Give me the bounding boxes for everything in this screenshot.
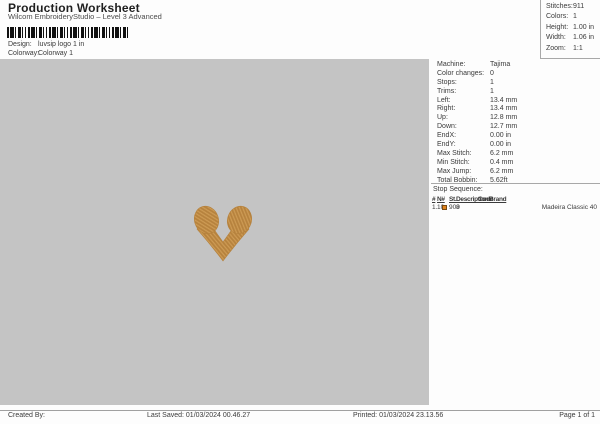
app-subtitle: Wilcom EmbroideryStudio – Level 3 Advanc…: [8, 12, 162, 21]
footer-page-number: Page 1 of 1: [559, 412, 595, 419]
footer-created-by: Created By:: [8, 412, 45, 419]
colorway-label: Colorway:: [8, 50, 40, 57]
design-label: Design:: [8, 41, 32, 48]
stat-height: Height: 1.00 in: [546, 23, 595, 31]
cell-description: 8: [456, 204, 460, 211]
design-value: luvsip logo 1 in: [38, 41, 85, 48]
info-color-changes: Color changes: 0: [437, 69, 494, 77]
footer-printed: Printed: 01/03/2024 23.13.56: [353, 412, 444, 419]
design-canvas: [0, 59, 429, 405]
col-header-brand: Brand: [489, 196, 507, 203]
colorway-value: Colorway 1: [38, 50, 74, 57]
footer-last-saved: Last Saved: 01/03/2024 00.46.27: [147, 412, 251, 419]
info-trims: Trims: 1: [437, 87, 494, 95]
stop-sequence-title: Stop Sequence:: [433, 186, 483, 193]
panel-divider: [431, 183, 600, 184]
barcode-icon: [7, 27, 130, 38]
stat-stitches: Stitches: 911: [546, 3, 585, 10]
heart-logo-stitchout: [194, 205, 253, 262]
info-up: Up: 12.8 mm: [437, 114, 518, 122]
thread-color-swatch: [442, 204, 447, 210]
info-endy: EndY: 0.00 in: [437, 141, 512, 149]
col-header-needle: N#: [437, 196, 445, 203]
stat-zoom: Zoom: 1:1: [546, 44, 583, 52]
machine-info-panel: Machine: Tajima Color changes: 0 Stops: 1 T…: [429, 59, 600, 405]
header: Production Worksheet Wilcom EmbroiderySt…: [0, 0, 600, 59]
design-stats-box: Stitches: 911 Colors: 1 Height: 1.00 in Wid…: [540, 0, 600, 59]
info-max-stitch: Max Stitch: 6.2 mm: [437, 149, 514, 157]
design-name-row: Design: luvsip logo 1 in: [8, 41, 84, 48]
cell-brand: Madeira Classic 40: [541, 204, 597, 211]
stat-colors: Colors: 1: [546, 13, 577, 21]
info-endx: EndX: 0.00 in: [437, 132, 512, 140]
footer-divider: [0, 410, 600, 411]
col-header-num: #: [432, 196, 436, 203]
info-right: Right: 13.4 mm: [437, 105, 518, 113]
colorway-row: Colorway: Colorway 1: [8, 50, 73, 57]
production-worksheet-page: Production Worksheet Wilcom EmbroiderySt…: [0, 0, 600, 424]
machine-info-list: Machine: Tajima Color changes: 0 Stops: 1 T…: [429, 59, 600, 185]
info-max-jump: Max Jump: 6.2 mm: [437, 167, 514, 175]
info-machine: Machine: Tajima: [437, 61, 511, 68]
stat-width: Width: 1.06 in: [546, 34, 595, 42]
info-min-stitch: Min Stitch: 0.4 mm: [437, 158, 514, 166]
info-down: Down: 12.7 mm: [437, 123, 518, 131]
info-left: Left: 13.4 mm: [437, 96, 518, 104]
info-stops: Stops: 1: [437, 78, 494, 86]
info-total-bobbin: Total Bobbin: 5.62ft: [437, 176, 508, 184]
